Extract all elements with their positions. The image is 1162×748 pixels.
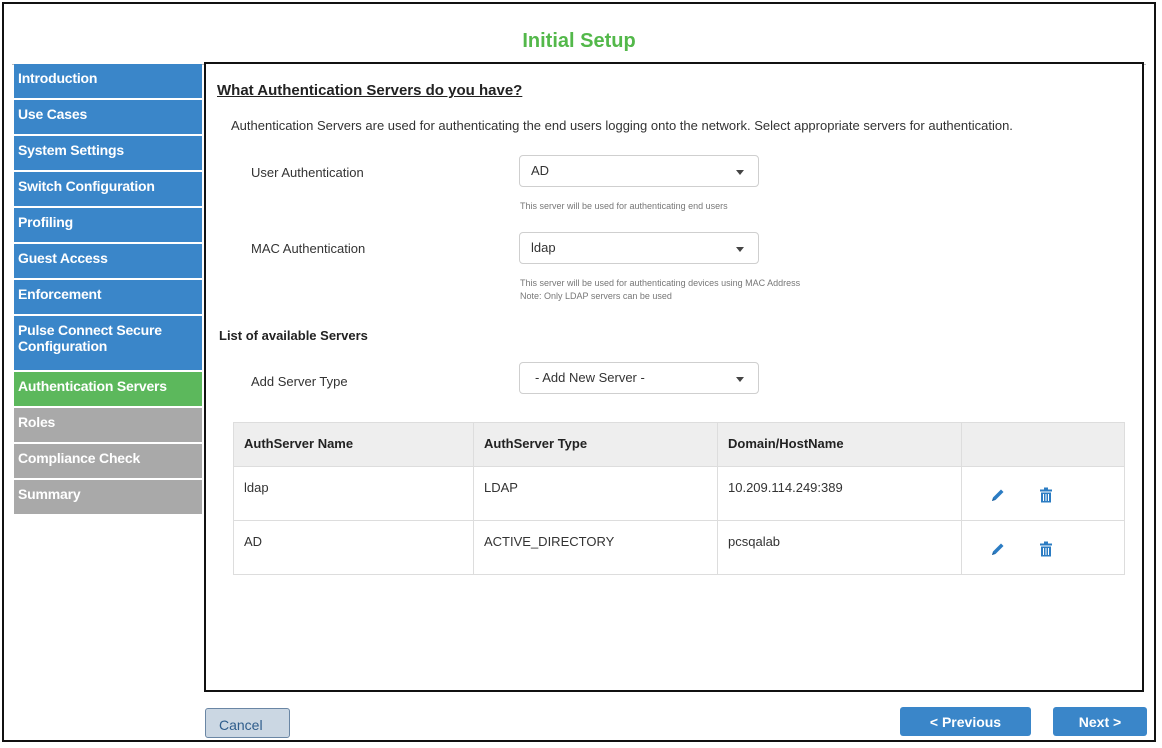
user-auth-value: AD <box>531 163 550 178</box>
server-name: ldap <box>234 467 474 520</box>
sidebar-item-profiling[interactable]: Profiling <box>14 208 202 244</box>
mac-auth-label: MAC Authentication <box>251 241 366 256</box>
mac-auth-select[interactable]: ldap <box>519 232 759 264</box>
table-row: ldap LDAP 10.209.114.249:389 <box>234 466 1124 520</box>
server-type: LDAP <box>474 467 718 520</box>
table-row: AD ACTIVE_DIRECTORY pcsqalab <box>234 520 1124 574</box>
chevron-down-icon <box>736 377 744 382</box>
row-actions <box>962 467 1126 520</box>
sidebar-item-label: Introduction <box>18 70 98 86</box>
sidebar-item-label: Roles <box>18 414 56 430</box>
server-type: ACTIVE_DIRECTORY <box>474 521 718 574</box>
add-server-label: Add Server Type <box>251 374 348 389</box>
cancel-button[interactable]: Cancel <box>205 708 290 738</box>
sidebar-item-label: Pulse Connect Secure Configuration <box>18 322 162 354</box>
page-title: Initial Setup <box>522 30 636 52</box>
server-host: pcsqalab <box>718 521 962 574</box>
sidebar-item-system-settings[interactable]: System Settings <box>14 136 202 172</box>
column-header: AuthServer Type <box>474 423 718 466</box>
trash-icon[interactable] <box>1038 541 1054 557</box>
sidebar-item-use-cases[interactable]: Use Cases <box>14 100 202 136</box>
sidebar-item-label: Compliance Check <box>18 450 141 466</box>
mac-auth-hint: This server will be used for authenticat… <box>520 278 801 288</box>
sidebar-item-label: Profiling <box>18 214 73 230</box>
previous-button[interactable]: < Previous <box>900 707 1031 736</box>
trash-icon[interactable] <box>1038 487 1054 503</box>
chevron-down-icon <box>736 170 744 175</box>
row-actions <box>962 521 1126 574</box>
add-server-value: - Add New Server - <box>535 370 645 385</box>
sidebar-item-label: Guest Access <box>18 250 108 266</box>
sidebar-item-enforcement[interactable]: Enforcement <box>14 280 202 316</box>
sidebar-item-pulse-connect-secure[interactable]: Pulse Connect Secure Configuration <box>14 316 202 372</box>
chevron-down-icon <box>736 247 744 252</box>
sidebar: Introduction Use Cases System Settings S… <box>14 64 206 516</box>
column-header-actions <box>962 423 1126 466</box>
pencil-icon[interactable] <box>990 541 1006 557</box>
sidebar-item-label: Switch Configuration <box>18 178 155 194</box>
server-host: 10.209.114.249:389 <box>718 467 962 520</box>
user-auth-hint: This server will be used for authenticat… <box>520 201 728 211</box>
sidebar-item-roles[interactable]: Roles <box>14 408 202 444</box>
sidebar-item-label: Use Cases <box>18 106 88 122</box>
sidebar-item-summary[interactable]: Summary <box>14 480 202 516</box>
content-panel: What Authentication Servers do you have?… <box>204 62 1144 692</box>
mac-auth-value: ldap <box>531 240 556 255</box>
server-name: AD <box>234 521 474 574</box>
user-auth-select[interactable]: AD <box>519 155 759 187</box>
sidebar-item-label: Summary <box>18 486 81 502</box>
section-title: What Authentication Servers do you have? <box>217 82 523 99</box>
add-server-select[interactable]: - Add New Server - <box>519 362 759 394</box>
column-header: AuthServer Name <box>234 423 474 466</box>
sidebar-item-guest-access[interactable]: Guest Access <box>14 244 202 280</box>
pencil-icon[interactable] <box>990 487 1006 503</box>
next-button[interactable]: Next > <box>1053 707 1147 736</box>
sidebar-item-switch-configuration[interactable]: Switch Configuration <box>14 172 202 208</box>
user-auth-label: User Authentication <box>251 165 364 180</box>
section-description: Authentication Servers are used for auth… <box>231 118 1013 133</box>
sidebar-item-label: Authentication Servers <box>18 378 167 394</box>
sidebar-item-introduction[interactable]: Introduction <box>14 64 202 100</box>
server-table: AuthServer Name AuthServer Type Domain/H… <box>233 422 1125 575</box>
sidebar-item-compliance-check[interactable]: Compliance Check <box>14 444 202 480</box>
sidebar-item-label: Enforcement <box>18 286 102 302</box>
mac-auth-note: Note: Only LDAP servers can be used <box>520 291 672 301</box>
sidebar-item-label: System Settings <box>18 142 124 158</box>
table-header: AuthServer Name AuthServer Type Domain/H… <box>234 423 1124 466</box>
sidebar-item-authentication-servers[interactable]: Authentication Servers <box>14 372 202 408</box>
column-header: Domain/HostName <box>718 423 962 466</box>
server-list-title: List of available Servers <box>219 328 368 343</box>
